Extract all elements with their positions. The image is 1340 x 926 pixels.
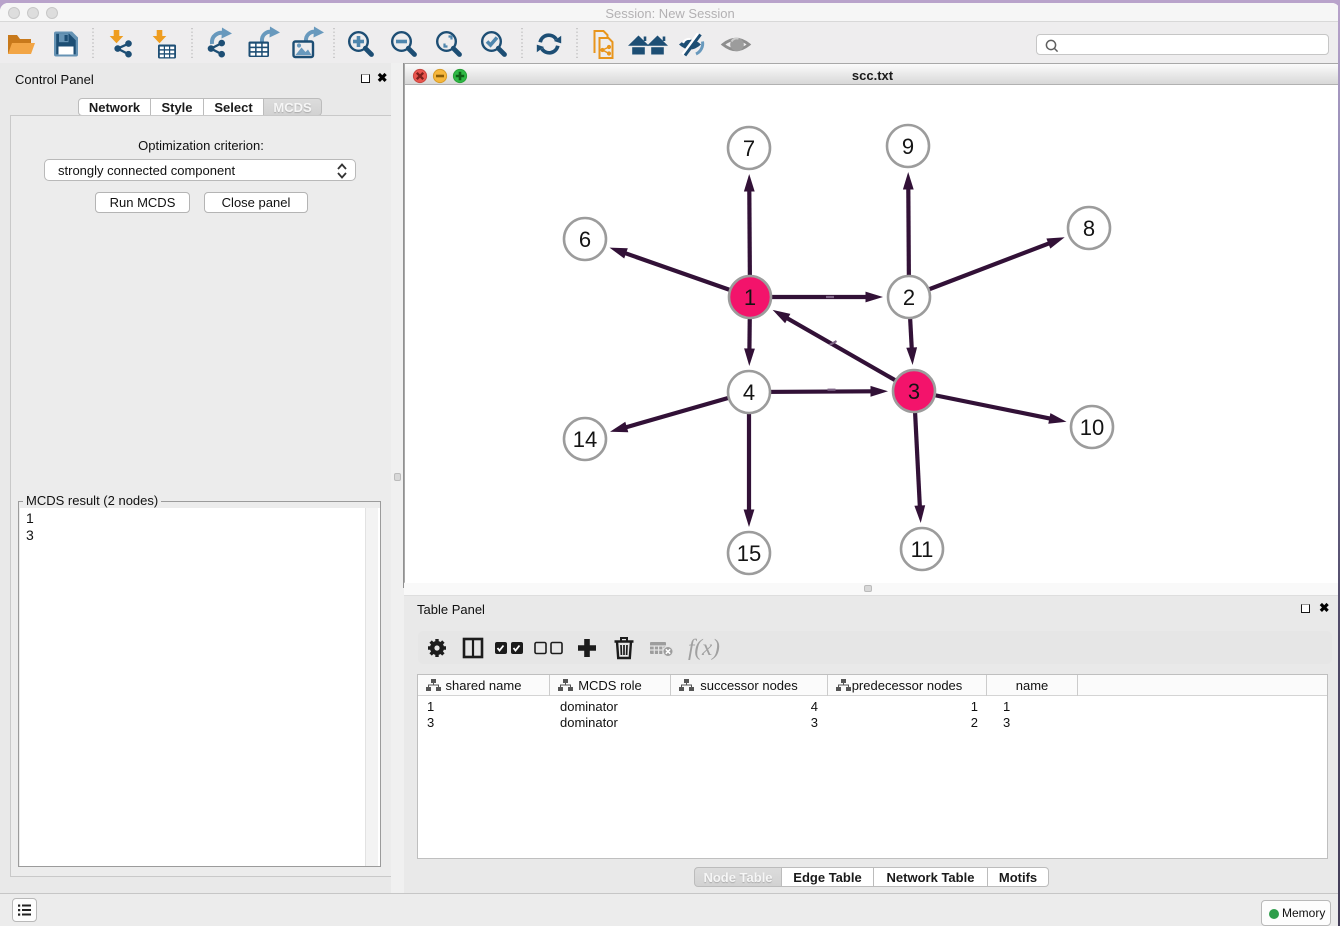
svg-text:2: 2 [903,285,915,310]
svg-text:1: 1 [744,285,756,310]
svg-text:3: 3 [908,379,920,404]
svg-text:10: 10 [1080,415,1104,440]
svg-text:7: 7 [743,136,755,161]
svg-text:6: 6 [579,227,591,252]
svg-text:f(x): f(x) [688,635,720,660]
svg-text:14: 14 [573,427,597,452]
svg-text:8: 8 [1083,216,1095,241]
svg-text:11: 11 [911,537,934,562]
svg-text:9: 9 [902,134,914,159]
svg-text:15: 15 [737,541,761,566]
svg-text:4: 4 [743,380,755,405]
